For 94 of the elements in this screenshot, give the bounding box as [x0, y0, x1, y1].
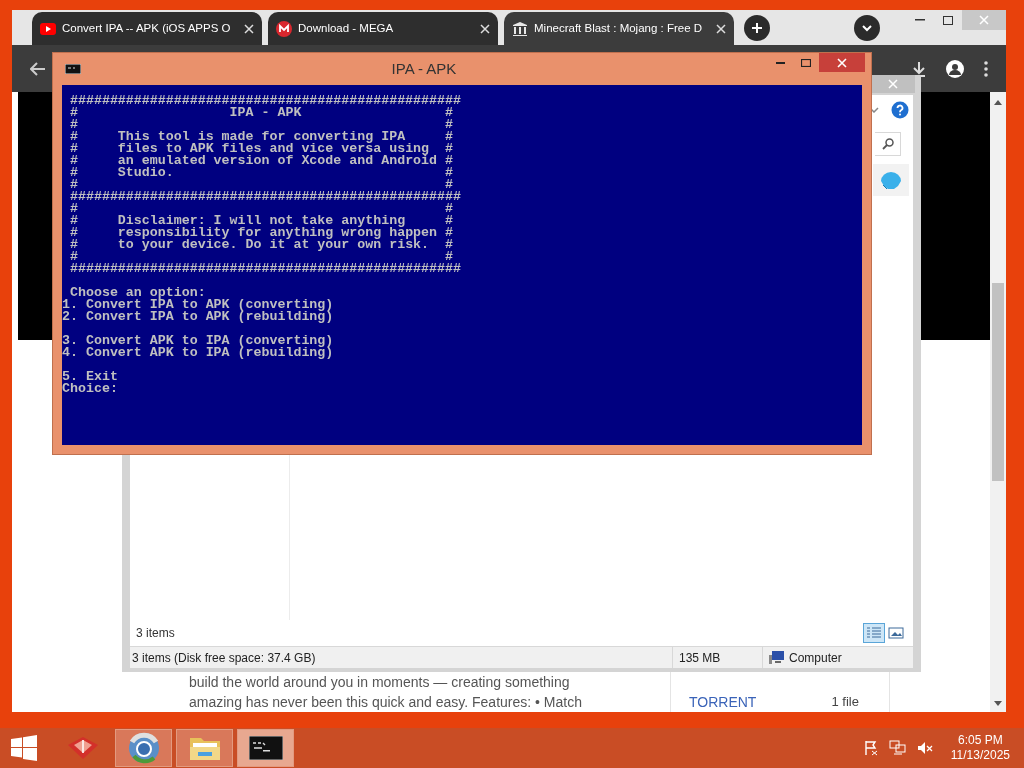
flag-icon[interactable]	[862, 740, 879, 756]
browser-tab[interactable]: Convert IPA -- APK (iOS APPS O	[32, 12, 262, 45]
status-summary: 3 items (Disk free space: 37.4 GB)	[131, 649, 317, 667]
chevron-down-icon[interactable]	[869, 107, 879, 113]
console-line: #################################################	[68, 191, 462, 203]
muted-speaker-icon[interactable]	[916, 740, 933, 756]
profile-icon[interactable]	[946, 59, 964, 78]
description-text: build the world around you in moments — creating something amazing has never been this quick and easy. Features: • Match	[189, 673, 583, 712]
console-line: Studio.	[116, 167, 174, 179]
console-line: #	[445, 203, 453, 215]
console-line: #	[445, 143, 453, 155]
console-line: #	[68, 143, 78, 155]
console-line: #	[68, 131, 78, 143]
console-line: #################################################	[68, 263, 462, 275]
console-line: 1. Convert IPA to APK (converting)	[62, 299, 335, 311]
network-icon[interactable]	[888, 740, 907, 756]
close-icon[interactable]	[480, 23, 490, 34]
globe-icon	[127, 732, 160, 764]
window-title: IPA - APK	[390, 58, 458, 79]
minimize-icon	[775, 62, 785, 64]
chevron-down-icon	[862, 24, 872, 32]
taskbar-app-button[interactable]	[115, 729, 172, 767]
search-field[interactable]	[875, 132, 901, 156]
scroll-thumb[interactable]	[992, 283, 1004, 481]
building-icon	[512, 20, 528, 37]
console-line: IPA - APK	[228, 107, 302, 119]
console-line: 4. Convert APK to IPA (rebuilding)	[62, 347, 335, 359]
console-line: #	[445, 239, 453, 251]
browser-tab[interactable]: Download - MEGA	[268, 12, 498, 45]
close-icon	[979, 15, 989, 25]
console-line: #	[68, 155, 78, 167]
terminal-icon	[65, 64, 81, 74]
zigzag-logo-icon	[276, 20, 292, 37]
file-count: 1 file	[831, 693, 860, 711]
help-icon[interactable]	[891, 101, 909, 119]
menu-icon[interactable]	[984, 60, 988, 77]
console-line: #	[68, 107, 78, 119]
new-tab-button[interactable]	[744, 15, 770, 41]
console-line: #	[68, 239, 78, 251]
status-size: 135 MB	[672, 647, 762, 668]
console-line: #	[68, 179, 78, 191]
image-icon	[888, 627, 904, 639]
close-icon[interactable]	[716, 23, 726, 34]
console-line: Choice:	[62, 383, 119, 395]
browser-tab[interactable]: Minecraft Blast : Mojang : Free D	[504, 12, 734, 45]
console-line: #	[445, 107, 453, 119]
terminal-icon	[248, 736, 283, 760]
search-icon	[882, 138, 894, 150]
console-line: This tool is made for converting IPA	[116, 131, 406, 143]
play-icon	[40, 22, 56, 35]
console-line: to your device. Do it at your own risk.	[116, 239, 430, 251]
console-line: #	[445, 251, 453, 263]
console-line: #	[445, 227, 453, 239]
scroll-up-icon[interactable]	[994, 100, 1002, 105]
console-line: #	[445, 167, 453, 179]
windows-logo-icon	[11, 735, 37, 761]
list-icon	[866, 627, 882, 639]
clock[interactable]: 6:05 PM 11/13/2025	[950, 733, 1010, 763]
console-line: responsibility for anything wrong happen	[116, 227, 438, 239]
maximize-icon	[943, 15, 953, 25]
console-line: 5. Exit	[62, 371, 119, 383]
console-line: #	[445, 215, 453, 227]
console-line: 3. Convert APK to IPA (converting)	[62, 335, 335, 347]
console-line: #	[445, 179, 453, 191]
item-count: 3 items	[136, 625, 176, 642]
close-icon[interactable]	[244, 23, 254, 34]
console-line: #	[68, 119, 78, 131]
computer-icon	[769, 650, 785, 665]
console-line: #################################################	[68, 95, 462, 107]
back-arrow-icon[interactable]	[30, 61, 46, 76]
taskbar-app-button[interactable]	[237, 729, 294, 767]
console-line: 2. Convert IPA to APK (rebuilding)	[62, 311, 335, 323]
maximize-icon	[801, 59, 811, 67]
console-line: #	[68, 251, 78, 263]
console-line: #	[68, 215, 78, 227]
file-type-link[interactable]: TORRENT	[689, 692, 757, 713]
tab-list-button[interactable]	[854, 15, 880, 41]
plus-icon	[751, 22, 763, 34]
console-line: #	[445, 155, 453, 167]
console-line: #	[445, 131, 453, 143]
console-line: #	[68, 227, 78, 239]
console-line: #	[445, 119, 453, 131]
console-line: Choose an option:	[69, 287, 206, 299]
download-icon[interactable]	[912, 60, 926, 77]
console-line: an emulated version of Xcode and Android	[116, 155, 438, 167]
close-icon	[888, 79, 898, 89]
console-line: files to APK files and vice versa using	[116, 143, 430, 155]
close-icon	[837, 57, 847, 68]
console-line: #	[68, 203, 78, 215]
minimize-icon	[915, 19, 925, 21]
console-line: Disclaimer: I will not take anything	[116, 215, 406, 227]
scroll-down-icon[interactable]	[994, 701, 1002, 706]
status-location: Computer	[789, 649, 842, 667]
console-line: #	[68, 167, 78, 179]
